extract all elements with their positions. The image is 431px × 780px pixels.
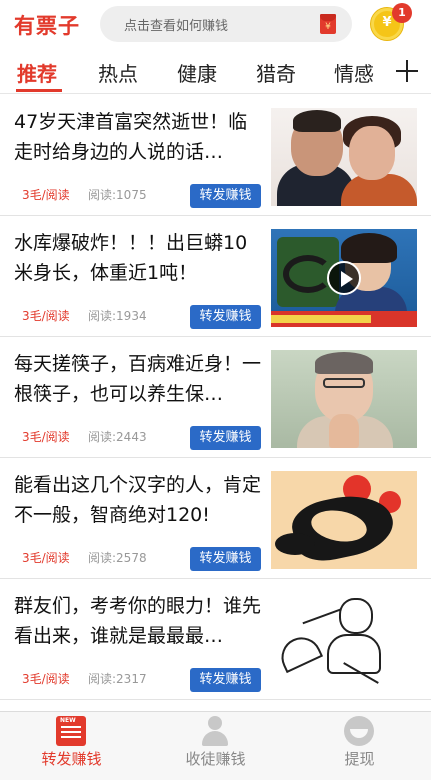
play-icon[interactable] — [327, 261, 361, 295]
list-item[interactable]: 能看出这几个汉字的人，肯定不一般，智商绝对120! 3毛/阅读 阅读:2578 … — [0, 458, 431, 579]
news-feed[interactable]: 47岁天津首富突然逝世！临走时给身边的人说的话… 3毛/阅读 阅读:1075 转… — [0, 95, 431, 710]
nav-label: 转发赚钱 — [41, 750, 102, 768]
price-label: 3毛/阅读 — [22, 430, 70, 444]
search-bar[interactable]: 点击查看如何赚钱 ¥ — [100, 6, 352, 42]
tab-hot[interactable]: 热点 — [98, 58, 138, 87]
list-item[interactable]: 水库爆破炸！！！出巨蟒10米身长，体重近1吨！ 3毛/阅读 阅读:1934 转发… — [0, 216, 431, 337]
article-title[interactable]: 47岁天津首富突然逝世！临走时给身边的人说的话… — [14, 107, 264, 169]
news-icon: NEW — [56, 716, 86, 746]
app-logo: 有票子 — [14, 14, 80, 38]
nav-label: 提现 — [344, 750, 375, 768]
add-channel-icon[interactable] — [396, 60, 418, 82]
read-count: 阅读:2317 — [88, 672, 147, 686]
price-label: 3毛/阅读 — [22, 188, 70, 202]
article-title[interactable]: 群友们，考考你的眼力！谁先看出来，谁就是最最最… — [14, 591, 264, 653]
nav-withdraw[interactable]: 提现 — [288, 712, 431, 780]
article-thumbnail[interactable] — [271, 229, 417, 327]
share-earn-button[interactable]: 转发赚钱 — [190, 668, 261, 692]
price-label: 3毛/阅读 — [22, 309, 70, 323]
article-thumbnail[interactable] — [271, 471, 417, 569]
nav-share-earn[interactable]: NEW 转发赚钱 — [0, 712, 143, 780]
category-tabs: 推荐 热点 健康 猎奇 情感 — [0, 48, 431, 94]
price-label: 3毛/阅读 — [22, 551, 70, 565]
list-item[interactable]: 47岁天津首富突然逝世！临走时给身边的人说的话… 3毛/阅读 阅读:1075 转… — [0, 95, 431, 216]
tab-emotion[interactable]: 情感 — [334, 58, 374, 87]
price-label: 3毛/阅读 — [22, 672, 70, 686]
active-tab-indicator — [16, 89, 62, 92]
app-header: 有票子 点击查看如何赚钱 ¥ ¥ 1 — [0, 0, 431, 48]
read-count: 阅读:2578 — [88, 551, 147, 565]
article-title[interactable]: 每天搓筷子，百病难近身！一根筷子，也可以养生保… — [14, 349, 264, 411]
read-count: 阅读:1934 — [88, 309, 147, 323]
share-earn-button[interactable]: 转发赚钱 — [190, 305, 261, 329]
read-count: 阅读:2443 — [88, 430, 147, 444]
read-count: 阅读:1075 — [88, 188, 147, 202]
tab-curiosity[interactable]: 猎奇 — [256, 58, 296, 87]
tab-recommend[interactable]: 推荐 — [17, 58, 57, 87]
search-placeholder: 点击查看如何赚钱 — [124, 19, 229, 34]
tab-fade — [370, 48, 394, 92]
article-title[interactable]: 水库爆破炸！！！出巨蟒10米身长，体重近1吨！ — [14, 228, 264, 290]
user-icon — [200, 716, 230, 746]
withdraw-icon — [344, 716, 374, 746]
bottom-nav: NEW 转发赚钱 收徒赚钱 提现 — [0, 711, 431, 780]
article-thumbnail[interactable] — [271, 350, 417, 448]
article-title[interactable]: 能看出这几个汉字的人，肯定不一般，智商绝对120! — [14, 470, 264, 532]
article-thumbnail[interactable] — [271, 592, 417, 690]
nav-recruit-earn[interactable]: 收徒赚钱 — [144, 712, 287, 780]
list-item[interactable]: 每天搓筷子，百病难近身！一根筷子，也可以养生保… 3毛/阅读 阅读:2443 转… — [0, 337, 431, 458]
share-earn-button[interactable]: 转发赚钱 — [190, 426, 261, 450]
tab-health[interactable]: 健康 — [177, 58, 217, 87]
share-earn-button[interactable]: 转发赚钱 — [190, 184, 261, 208]
article-thumbnail[interactable] — [271, 108, 417, 206]
notification-badge: 1 — [392, 3, 412, 23]
list-item[interactable]: 群友们，考考你的眼力！谁先看出来，谁就是最最最… 3毛/阅读 阅读:2317 转… — [0, 579, 431, 700]
red-envelope-icon[interactable]: ¥ — [320, 14, 336, 34]
nav-label: 收徒赚钱 — [185, 750, 246, 768]
share-earn-button[interactable]: 转发赚钱 — [190, 547, 261, 571]
